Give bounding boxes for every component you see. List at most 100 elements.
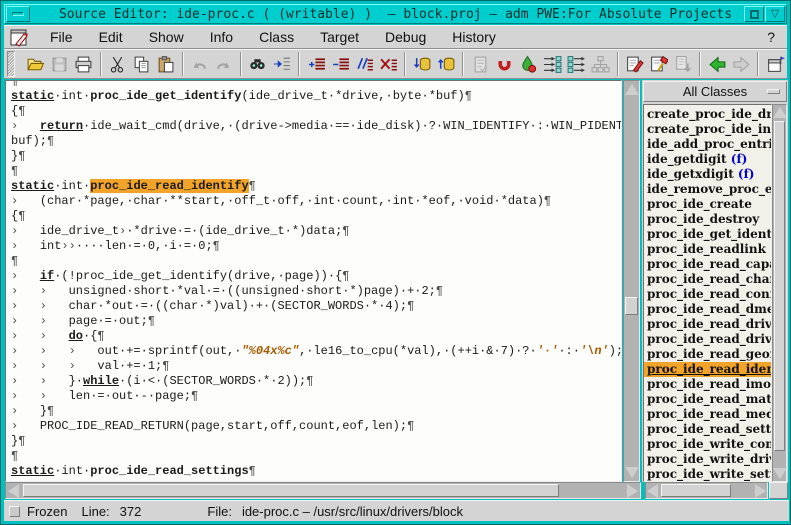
class-list-item[interactable]: proc_ide_read_channel (644, 272, 771, 287)
class-list-item[interactable]: ide_getxdigit (f) (644, 167, 771, 182)
cut-button[interactable] (107, 51, 129, 77)
redo-button[interactable] (213, 51, 235, 77)
export-doc-button[interactable] (672, 51, 694, 77)
show-callees-button[interactable] (566, 51, 588, 77)
history-forward-icon (732, 55, 751, 74)
history-forward-button[interactable] (730, 51, 752, 77)
class-list-item-selected[interactable]: proc_ide_read_identify (644, 362, 771, 377)
frozen-toggle[interactable] (9, 506, 20, 517)
class-list-item[interactable]: proc_ide_read_geometry (644, 347, 771, 362)
toolbar-separator (298, 52, 300, 76)
window-properties-button[interactable] (764, 51, 786, 77)
class-list-item[interactable]: proc_ide_read_dmesg (644, 302, 771, 317)
scroll-down-arrow[interactable] (625, 467, 639, 478)
scroll-up-arrow[interactable] (625, 84, 639, 95)
class-list-item[interactable]: proc_ide_destroy (644, 212, 771, 227)
print-button[interactable] (73, 51, 95, 77)
comment-lines-button[interactable] (353, 51, 375, 77)
target-add-button[interactable] (411, 51, 433, 77)
target-add-icon (413, 55, 432, 74)
menu-edit[interactable]: Edit (86, 27, 136, 47)
code-editor[interactable]: ¶static·int·proc_ide_get_identify(ide_dr… (5, 80, 622, 482)
save-file-button[interactable] (49, 51, 71, 77)
edit-source-button[interactable] (624, 51, 646, 77)
classes-hscrollbar[interactable] (645, 482, 768, 499)
class-list-item[interactable]: proc_ide_read_driver (644, 317, 771, 332)
toolbar-gripper[interactable] (7, 51, 15, 77)
help-menu[interactable]: ? (767, 29, 775, 45)
scroll-up-arrow[interactable] (773, 107, 787, 118)
toolbar-separator (757, 52, 759, 76)
classes-vscroll-thumb[interactable] (774, 121, 785, 451)
window-menu-button[interactable] (6, 6, 30, 22)
paste-button[interactable] (155, 51, 177, 77)
class-list-item[interactable]: create_proc_ide_interfaces (644, 122, 771, 137)
editor-hscroll-thumb[interactable] (23, 484, 559, 497)
syntax-check-icon (471, 55, 490, 74)
goto-symbol-button[interactable] (271, 51, 293, 77)
class-list-item[interactable]: ide_remove_proc_entries (644, 182, 771, 197)
copy-button[interactable] (131, 51, 153, 77)
indent-add-button[interactable] (305, 51, 327, 77)
class-list-item[interactable]: proc_ide_read_capacity (644, 257, 771, 272)
find-button[interactable] (247, 51, 269, 77)
toolbar-separator (462, 52, 464, 76)
indent-remove-button[interactable] (329, 51, 351, 77)
editor-vscrollbar[interactable] (623, 80, 640, 482)
classes-hscroll-thumb[interactable] (661, 484, 731, 497)
edit-implementation-button[interactable] (648, 51, 670, 77)
class-list-item[interactable]: proc_ide_write_settings (644, 467, 771, 482)
class-list-item[interactable]: proc_ide_write_config (644, 437, 771, 452)
class-list-item[interactable]: proc_ide_get_identify (644, 227, 771, 242)
class-list-item[interactable]: proc_ide_write_driver (644, 452, 771, 467)
class-filter-dropdown[interactable]: All Classes (643, 81, 787, 102)
editor-hscrollbar[interactable] (5, 482, 641, 499)
menu-target[interactable]: Target (307, 27, 372, 47)
scroll-down-arrow[interactable] (773, 468, 787, 479)
symbol-lookup-button[interactable] (518, 51, 540, 77)
undo-button[interactable] (189, 51, 211, 77)
magnet-tool-button[interactable] (494, 51, 516, 77)
history-back-button[interactable] (706, 51, 728, 77)
scroll-right-arrow[interactable] (755, 484, 766, 498)
menu-debug[interactable]: Debug (372, 27, 439, 47)
class-list-item[interactable]: proc_ide_read_drivers (644, 332, 771, 347)
code-line: buf);¶ (11, 134, 621, 149)
editor-vscroll-thumb[interactable] (625, 297, 638, 315)
class-list-item[interactable]: proc_ide_read_config (644, 287, 771, 302)
menu-file[interactable]: File (37, 27, 86, 47)
class-list-item[interactable]: ide_add_proc_entries (644, 137, 771, 152)
target-remove-button[interactable] (435, 51, 457, 77)
class-list-item[interactable]: proc_ide_create (644, 197, 771, 212)
scroll-left-arrow[interactable] (8, 484, 19, 498)
edit-implementation-icon (649, 55, 668, 74)
class-list-item[interactable]: proc_ide_read_settings (644, 422, 771, 437)
show-callers-button[interactable] (542, 51, 564, 77)
syntax-check-button[interactable] (469, 51, 491, 77)
class-list-item[interactable]: proc_ide_read_mate (644, 392, 771, 407)
open-file-button[interactable] (24, 51, 46, 77)
magnet-tool-icon (495, 55, 514, 74)
scroll-left-arrow[interactable] (647, 484, 658, 498)
titlebar[interactable]: Source Editor: ide-proc.c ( (writable) )… (4, 4, 787, 24)
code-line: static·int·proc_ide_read_settings¶ (11, 464, 621, 479)
class-list-item[interactable]: proc_ide_readlink (644, 242, 771, 257)
menubar: FileEditShowInfoClassTargetDebugHistory … (4, 25, 787, 49)
menu-info[interactable]: Info (197, 27, 246, 47)
menu-history[interactable]: History (439, 27, 509, 47)
class-list-item[interactable]: proc_ide_read_imodel (644, 377, 771, 392)
code-line: › PROC_IDE_READ_RETURN(page,start,off,co… (11, 419, 621, 434)
uncomment-lines-button[interactable] (377, 51, 399, 77)
class-list-item[interactable]: ide_getdigit (f) (644, 152, 771, 167)
menu-show[interactable]: Show (136, 27, 197, 47)
maximize-button[interactable] (744, 6, 764, 22)
shade-button[interactable]: ▽ (765, 6, 785, 22)
window-menu-dash-icon (12, 12, 24, 16)
scroll-right-arrow[interactable] (627, 484, 638, 498)
class-list-item[interactable]: proc_ide_read_media (644, 407, 771, 422)
show-callers-icon (543, 55, 562, 74)
menu-class[interactable]: Class (246, 27, 307, 47)
classes-vscrollbar[interactable] (772, 104, 787, 482)
class-list-item[interactable]: create_proc_ide_drives (644, 107, 771, 122)
class-hierarchy-button[interactable] (590, 51, 612, 77)
